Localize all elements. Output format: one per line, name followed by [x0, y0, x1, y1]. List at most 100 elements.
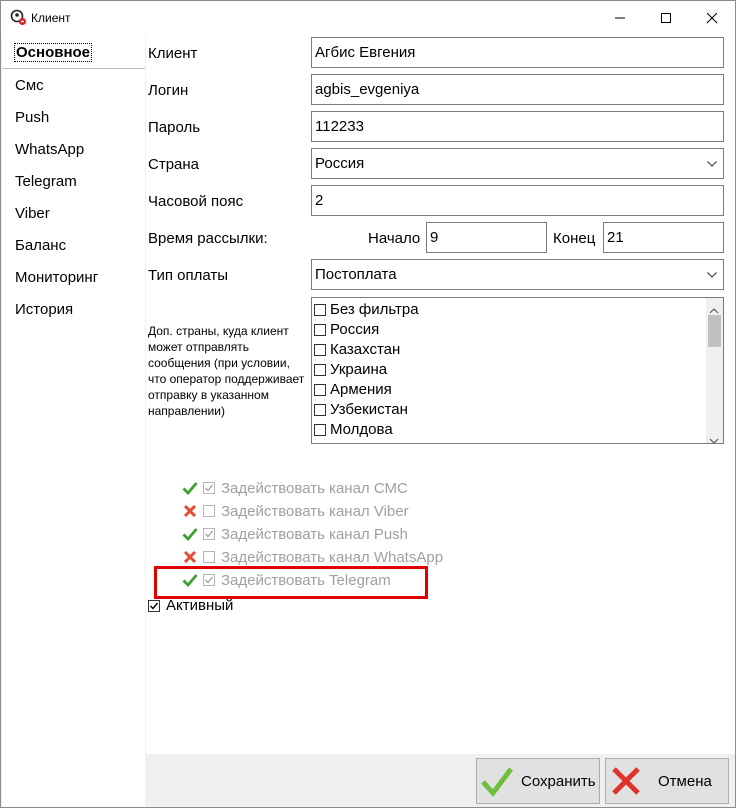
payment-type-select[interactable]: Постоплата: [311, 259, 724, 290]
sidebar-item-label: Telegram: [15, 173, 77, 190]
checkbox[interactable]: [314, 404, 326, 416]
channel-sms-checkbox[interactable]: [203, 482, 215, 494]
channel-whatsapp-checkbox[interactable]: [203, 551, 215, 563]
list-item[interactable]: Казахстан: [314, 340, 400, 360]
save-button-label: Сохранить: [521, 772, 596, 790]
active-label: Активный: [166, 597, 234, 614]
country-value: Россия: [315, 155, 365, 172]
list-item-label: Казахстан: [330, 341, 401, 358]
channel-push: Задействовать канал Push: [181, 523, 408, 545]
channel-viber-label: Задействовать канал Viber: [221, 502, 409, 520]
chevron-down-icon: [705, 149, 719, 178]
scrollbar-thumb[interactable]: [708, 315, 721, 347]
send-time-label: Время рассылки:: [148, 230, 268, 247]
sidebar-item-sms[interactable]: Смс: [2, 70, 145, 102]
main-panel: Клиент Агбис Евгения Логин agbis_evgeniy…: [146, 34, 735, 754]
sidebar-item-label: История: [15, 301, 74, 318]
start-label: Начало: [368, 230, 421, 247]
save-button[interactable]: Сохранить: [476, 758, 600, 804]
country-select[interactable]: Россия: [311, 148, 724, 179]
end-time-field[interactable]: 21: [603, 222, 724, 253]
payment-type-label: Тип оплаты: [148, 267, 229, 284]
channel-sms-label: Задействовать канал СМС: [221, 479, 408, 497]
list-item[interactable]: Россия: [314, 320, 379, 340]
list-item[interactable]: Украина: [314, 360, 387, 380]
extra-countries-list[interactable]: Без фильтра Россия Казахстан Украина Арм…: [311, 297, 724, 444]
app-icon: [10, 9, 27, 26]
channel-viber-checkbox[interactable]: [203, 505, 215, 517]
checkbox[interactable]: [314, 384, 326, 396]
sidebar-divider: [2, 68, 145, 69]
minimize-button[interactable]: [597, 1, 643, 34]
list-item-label: Армения: [330, 381, 392, 398]
close-button[interactable]: [689, 1, 735, 34]
list-item[interactable]: Без фильтра: [314, 300, 419, 320]
country-label: Страна: [148, 156, 200, 173]
client-label: Клиент: [148, 45, 198, 62]
check-icon: [477, 761, 517, 801]
green-check-icon: [181, 479, 199, 497]
timezone-field[interactable]: 2: [311, 185, 724, 216]
checkbox[interactable]: [314, 364, 326, 376]
channel-whatsapp: Задействовать канал WhatsApp: [181, 546, 443, 568]
list-item-label: Молдова: [330, 421, 393, 438]
cross-icon: [606, 761, 646, 801]
active-toggle[interactable]: Активный: [148, 597, 233, 614]
sidebar-item-label: Viber: [15, 205, 50, 222]
highlight-box: [154, 566, 428, 599]
login-label: Логин: [148, 82, 189, 99]
checkbox[interactable]: [314, 424, 326, 436]
list-item-label: Без фильтра: [330, 301, 419, 318]
sidebar-item-label: Смс: [15, 77, 44, 94]
timezone-label: Часовой пояс: [148, 193, 244, 210]
chevron-down-icon[interactable]: [709, 432, 719, 443]
list-item-label: Украина: [330, 361, 388, 378]
channel-whatsapp-label: Задействовать канал WhatsApp: [221, 548, 444, 566]
list-item[interactable]: Молдова: [314, 420, 393, 440]
sidebar-nav: Основное Смс Push WhatsApp Telegram Vibe…: [2, 34, 145, 807]
client-field[interactable]: Агбис Евгения: [311, 37, 724, 68]
sidebar-item-viber[interactable]: Viber: [2, 198, 145, 230]
green-check-icon: [181, 525, 199, 543]
sidebar-item-main[interactable]: Основное: [2, 37, 145, 69]
channel-push-label: Задействовать канал Push: [221, 525, 409, 543]
list-item[interactable]: Армения: [314, 380, 392, 400]
cancel-button[interactable]: Отмена: [605, 758, 729, 804]
payment-type-value: Постоплата: [315, 266, 397, 283]
checkbox[interactable]: [314, 344, 326, 356]
list-item-label: Россия: [330, 321, 380, 338]
channel-viber: Задействовать канал Viber: [181, 500, 409, 522]
end-label: Конец: [553, 230, 596, 247]
list-item[interactable]: Узбекистан: [314, 400, 408, 420]
sidebar-item-label: WhatsApp: [15, 141, 85, 158]
sidebar-item-label: Баланс: [15, 237, 67, 254]
sidebar-item-balance[interactable]: Баланс: [2, 230, 145, 262]
list-item-label: Узбекистан: [330, 401, 408, 418]
red-cross-icon: [181, 548, 199, 566]
start-time-field[interactable]: 9: [426, 222, 547, 253]
maximize-button[interactable]: [643, 1, 689, 34]
sidebar-item-label: Мониторинг: [15, 269, 99, 286]
title-bar[interactable]: Клиент: [1, 1, 735, 34]
cancel-button-label: Отмена: [658, 772, 712, 790]
sidebar-item-label: Основное: [13, 43, 93, 62]
checkbox[interactable]: [314, 324, 326, 336]
red-cross-icon: [181, 502, 199, 520]
extra-countries-label: Доп. страны, куда клиент может отправлят…: [148, 324, 305, 418]
channel-push-checkbox[interactable]: [203, 528, 215, 540]
list-scrollbar[interactable]: [706, 298, 723, 443]
channel-sms: Задействовать канал СМС: [181, 477, 408, 499]
sidebar-item-monitoring[interactable]: Мониторинг: [2, 262, 145, 294]
password-field[interactable]: 112233: [311, 111, 724, 142]
chevron-down-icon: [705, 260, 719, 289]
client-dialog: Клиент Основное Смс Push WhatsApp Telegr…: [0, 0, 736, 808]
sidebar-item-push[interactable]: Push: [2, 102, 145, 134]
window-title: Клиент: [31, 11, 71, 25]
active-checkbox[interactable]: [148, 599, 160, 612]
sidebar-item-telegram[interactable]: Telegram: [2, 166, 145, 198]
password-label: Пароль: [148, 119, 201, 136]
sidebar-item-whatsapp[interactable]: WhatsApp: [2, 134, 145, 166]
sidebar-item-history[interactable]: История: [2, 294, 145, 326]
checkbox[interactable]: [314, 304, 326, 316]
login-field[interactable]: agbis_evgeniya: [311, 74, 724, 105]
